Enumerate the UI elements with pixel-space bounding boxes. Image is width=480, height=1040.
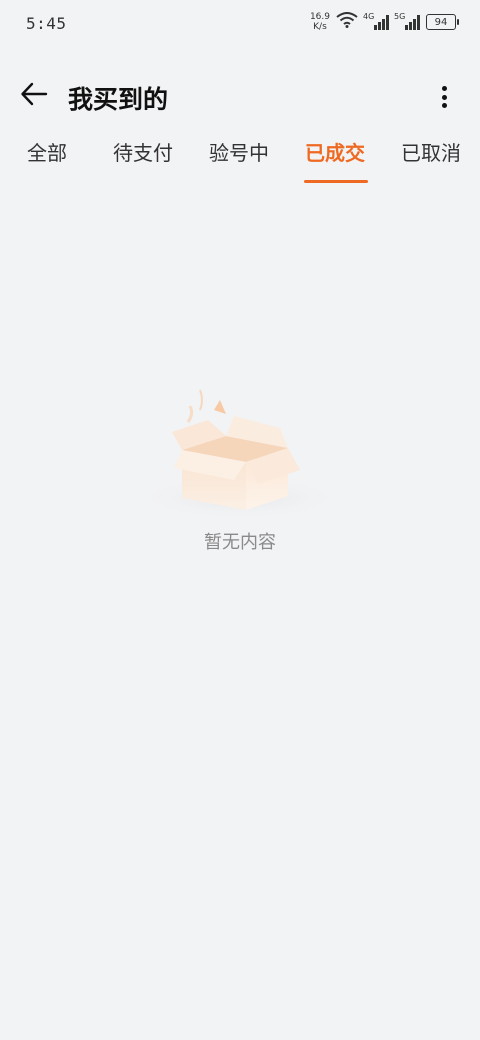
tab-pending-payment[interactable]: 待支付 bbox=[113, 137, 173, 166]
screen: 5:45 16.9 K/s 4G 5G 94 我买到的 全部 待支付 验号中 已… bbox=[0, 0, 480, 1040]
tab-completed[interactable]: 已成交 bbox=[305, 137, 365, 166]
cellular-signal-5g-icon: 5G bbox=[394, 12, 420, 30]
status-time: 5:45 bbox=[26, 14, 67, 33]
battery-level: 94 bbox=[434, 16, 448, 28]
empty-state: 暂无内容 bbox=[0, 370, 480, 570]
network-speed: 16.9 K/s bbox=[310, 12, 330, 32]
signal-4g-label: 4G bbox=[363, 12, 375, 21]
arrow-left-icon bbox=[20, 82, 48, 110]
more-vertical-icon bbox=[441, 86, 447, 91]
cellular-signal-4g-icon: 4G bbox=[363, 12, 389, 30]
empty-box-illustration bbox=[130, 370, 350, 530]
order-status-tabs: 全部 待支付 验号中 已成交 已取消 bbox=[0, 130, 480, 186]
battery-icon: 94 bbox=[426, 14, 459, 30]
tab-cancelled[interactable]: 已取消 bbox=[401, 137, 461, 166]
status-bar: 5:45 16.9 K/s 4G 5G 94 bbox=[0, 0, 480, 48]
signal-5g-label: 5G bbox=[394, 12, 406, 21]
app-header: 我买到的 bbox=[0, 70, 480, 122]
back-button[interactable] bbox=[16, 80, 52, 112]
more-options-button[interactable] bbox=[432, 82, 456, 112]
network-speed-unit: K/s bbox=[313, 22, 327, 32]
wifi-icon bbox=[336, 12, 358, 32]
tab-verifying[interactable]: 验号中 bbox=[209, 137, 269, 166]
page-title: 我买到的 bbox=[68, 85, 169, 114]
active-tab-indicator bbox=[304, 180, 368, 183]
tab-all[interactable]: 全部 bbox=[27, 137, 67, 166]
network-speed-value: 16.9 bbox=[309, 12, 330, 22]
empty-state-message: 暂无内容 bbox=[204, 532, 276, 553]
status-icons: 16.9 K/s 4G 5G 94 bbox=[310, 12, 459, 32]
